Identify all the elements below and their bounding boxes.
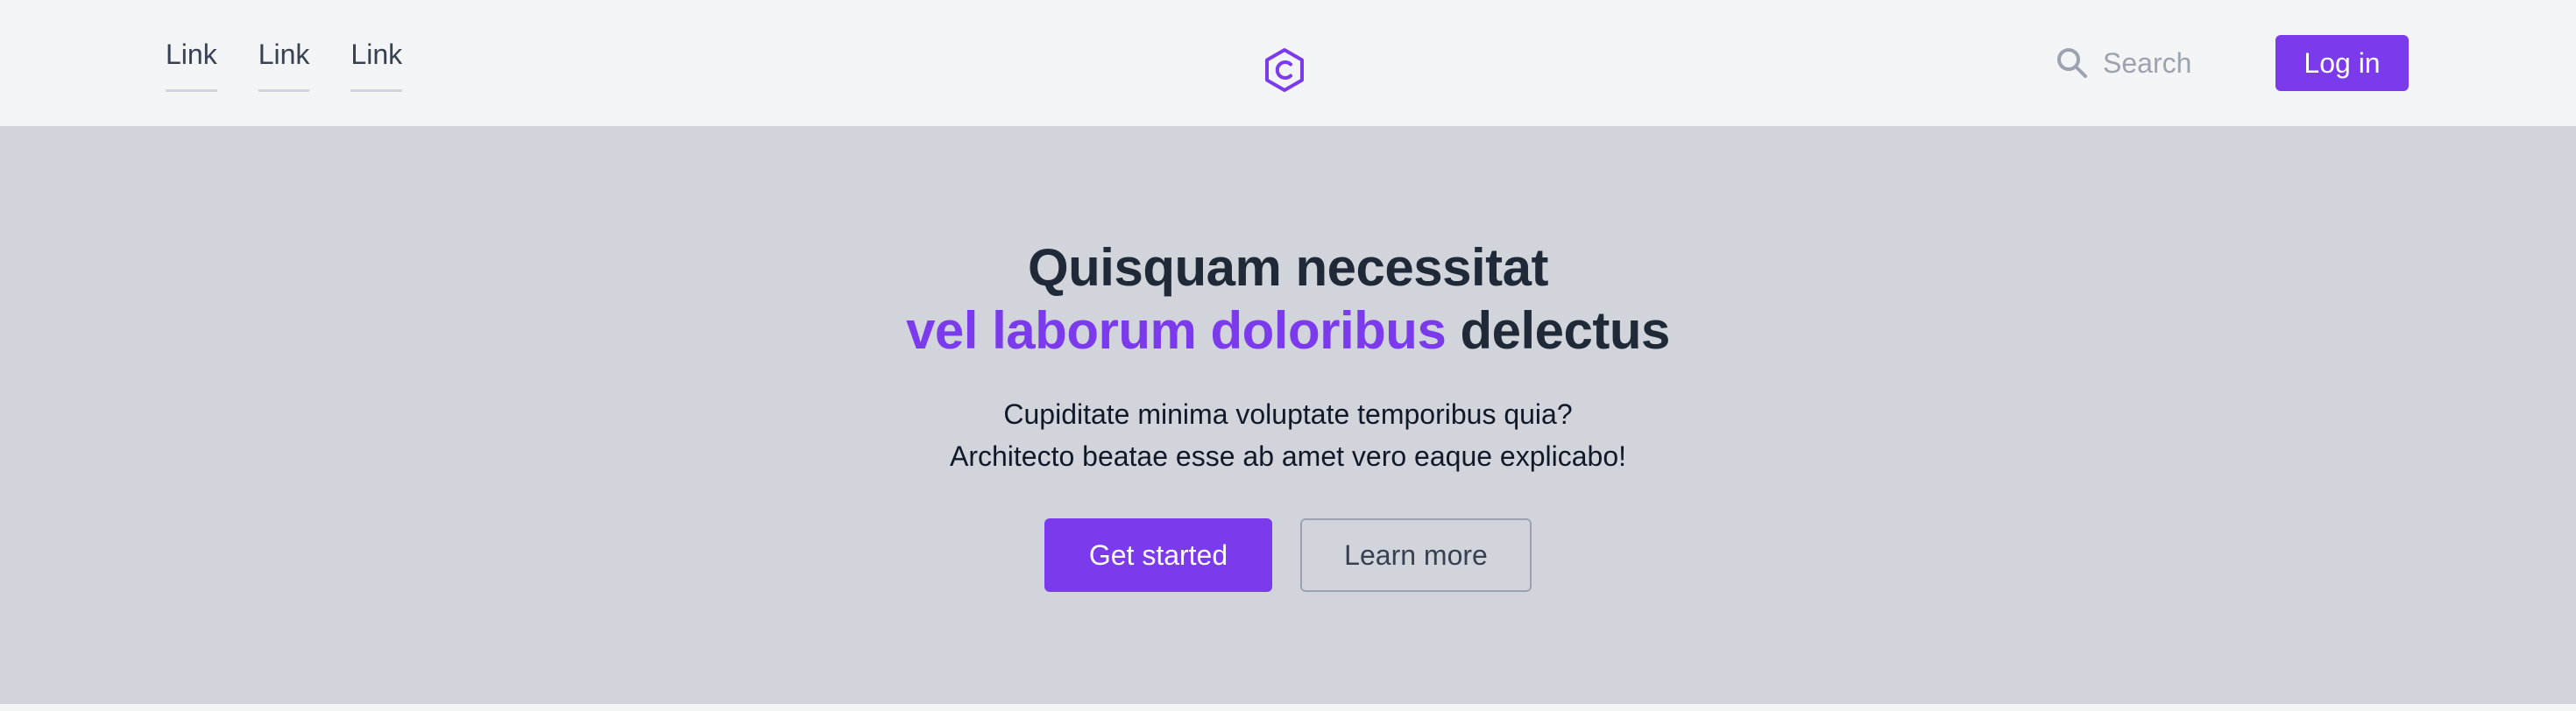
nav-link-2[interactable]: Link <box>258 37 310 92</box>
site-header: Link Link Link Search Log in <box>0 0 2576 126</box>
hero-subtitle-line2: Architecto beatae esse ab amet vero eaqu… <box>949 440 1627 472</box>
nav-link-3[interactable]: Link <box>350 37 403 92</box>
hero-title-rest: delectus <box>1446 301 1670 360</box>
logo-icon[interactable] <box>1263 47 1306 93</box>
hero-subtitle-line1: Cupiditate minima voluptate temporibus q… <box>1003 398 1573 430</box>
search-label: Search <box>2103 47 2192 79</box>
hero-title-accent: vel laborum doloribus <box>906 301 1447 360</box>
hero-title-line1: Quisquam necessitat <box>1027 238 1549 297</box>
hero-section: Quisquam necessitat vel laborum doloribu… <box>0 126 2576 704</box>
get-started-button[interactable]: Get started <box>1044 518 1272 592</box>
hero-subtitle: Cupiditate minima voluptate temporibus q… <box>0 393 2576 477</box>
nav-link-1[interactable]: Link <box>166 37 217 92</box>
login-button[interactable]: Log in <box>2275 35 2409 91</box>
learn-more-button[interactable]: Learn more <box>1300 518 1532 592</box>
search-icon <box>2056 46 2089 80</box>
search-button[interactable]: Search <box>2056 42 2191 84</box>
main-nav: Link Link Link <box>166 37 403 92</box>
hero-title: Quisquam necessitat vel laborum doloribu… <box>0 236 2576 363</box>
hero-actions: Get started Learn more <box>1044 518 1532 592</box>
